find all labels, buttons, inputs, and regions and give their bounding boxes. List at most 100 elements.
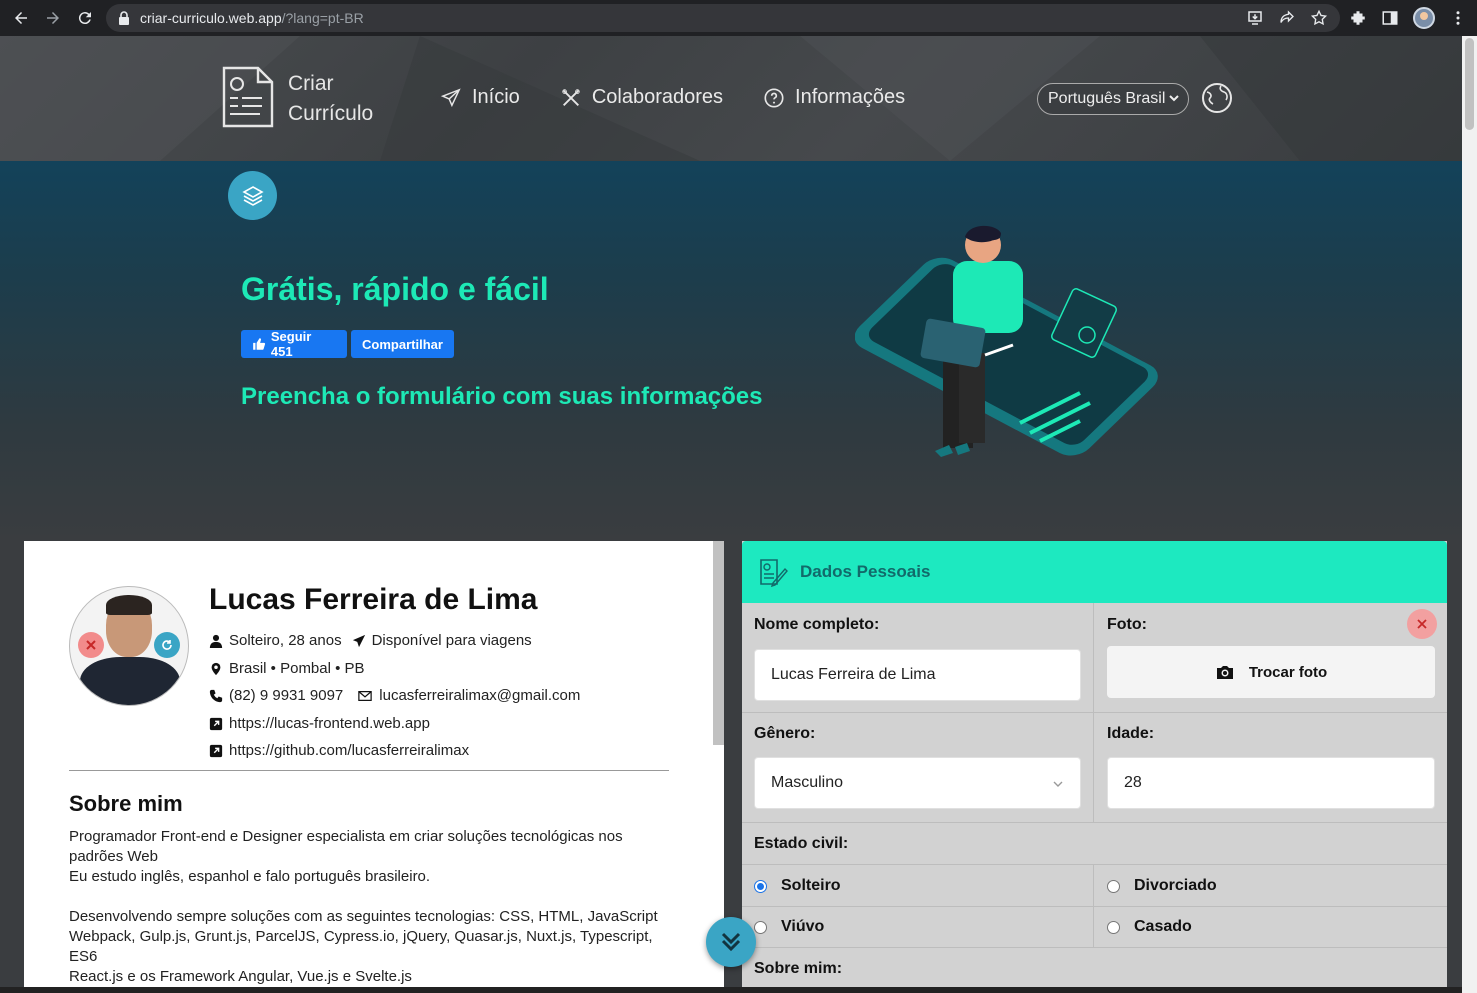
radio-divorciado[interactable]: Divorciado xyxy=(1107,877,1217,895)
close-icon xyxy=(1417,619,1427,629)
thumbs-up-icon xyxy=(253,338,266,350)
form-section-header[interactable]: Dados Pessoais xyxy=(742,541,1447,603)
resume-github[interactable]: https://github.com/lucasferreiralimax xyxy=(229,742,469,759)
remove-photo-button[interactable] xyxy=(78,632,104,658)
about-line: padrões Web xyxy=(69,848,158,865)
radio-casado[interactable]: Casado xyxy=(1107,918,1192,936)
resume-scrollbar[interactable] xyxy=(713,541,724,745)
bookmark-star-icon[interactable] xyxy=(1310,9,1328,27)
back-icon[interactable] xyxy=(10,7,32,29)
resume-location-line: Brasil • Pombal • PB xyxy=(209,660,365,677)
layers-badge[interactable] xyxy=(228,171,277,220)
scroll-down-button[interactable] xyxy=(706,917,756,967)
paper-plane-icon xyxy=(440,87,461,107)
resume-site[interactable]: https://lucas-frontend.web.app xyxy=(229,715,430,732)
brand-name[interactable]: Criar Currículo xyxy=(288,69,373,129)
radio-label: Viúvo xyxy=(781,918,825,935)
language-select[interactable]: Português Brasil xyxy=(1037,83,1189,115)
name-input[interactable]: Lucas Ferreira de Lima xyxy=(754,649,1081,701)
lock-icon xyxy=(119,11,129,25)
site-header: Criar Currículo Início Colaboradores Inf… xyxy=(0,36,1462,161)
radio-solteiro[interactable]: Solteiro xyxy=(754,877,841,895)
window-bottom-edge xyxy=(0,987,1462,993)
resume-name: Lucas Ferreira de Lima xyxy=(209,583,538,616)
url-host: criar-curriculo.web.app xyxy=(140,10,282,26)
camera-icon xyxy=(1216,666,1233,679)
facebook-follow-button[interactable]: Seguir 451 xyxy=(241,329,347,359)
profile-avatar[interactable] xyxy=(1413,7,1435,29)
about-line: Eu estudo inglês, espanhol e falo portug… xyxy=(69,868,431,885)
more-menu-icon[interactable] xyxy=(1449,9,1467,27)
url-query: /?lang=pt-BR xyxy=(281,10,364,26)
hero-section: Grátis, rápido e fácil Seguir 451 Compar… xyxy=(0,161,1462,541)
resume-about-paragraph-2: Desenvolvendo sempre soluções com as seg… xyxy=(69,907,669,987)
row-divider xyxy=(742,822,1447,823)
forward-icon[interactable] xyxy=(42,7,64,29)
resume-contact-line: (82) 9 9931 9097 lucasferreiralimax@gmai… xyxy=(209,687,580,704)
share-label: Compartilhar xyxy=(362,336,443,352)
radio-dot xyxy=(1107,920,1120,934)
civil-status-label: Estado civil: xyxy=(754,835,849,852)
gender-value: Masculino xyxy=(771,774,844,791)
share-icon[interactable] xyxy=(1278,9,1296,27)
clear-photo-button[interactable] xyxy=(1407,609,1437,639)
user-icon xyxy=(209,634,223,648)
tools-icon xyxy=(562,88,580,106)
resume-divider xyxy=(69,770,669,771)
resume-site-line: https://lucas-frontend.web.app xyxy=(209,715,430,732)
menu-label: Início xyxy=(472,86,520,108)
main-menu: Início Colaboradores Informações xyxy=(440,86,905,109)
question-circle-icon xyxy=(764,87,784,108)
about-line: Programador Front-end e Designer especia… xyxy=(69,828,623,845)
row-divider xyxy=(742,947,1447,948)
address-bar[interactable]: criar-curriculo.web.app /?lang=pt-BR xyxy=(106,4,1340,32)
resume-github-line: https://github.com/lucasferreiralimax xyxy=(209,742,469,759)
language-value: Português Brasil xyxy=(1048,90,1166,107)
resume-phone: (82) 9 9931 9097 xyxy=(229,687,344,704)
menu-item-informacoes[interactable]: Informações xyxy=(763,86,905,109)
gender-label: Gênero: xyxy=(754,725,816,742)
row-divider xyxy=(742,906,1447,907)
name-label: Nome completo: xyxy=(754,616,880,633)
menu-label: Informações xyxy=(795,86,906,108)
radio-viuvo[interactable]: Viúvo xyxy=(754,918,824,936)
chevron-double-down-icon xyxy=(721,932,741,952)
page-scrollbar-track[interactable] xyxy=(1462,36,1477,993)
hero-title: Grátis, rápido e fácil xyxy=(241,271,549,307)
resume-status-line: Solteiro, 28 anos Disponível para viagen… xyxy=(209,632,532,649)
hero-subtitle: Preencha o formulário com suas informaçõ… xyxy=(241,383,763,410)
resume-email: lucasferreiralimax@gmail.com xyxy=(379,687,581,704)
external-link-icon xyxy=(209,717,223,730)
radio-dot xyxy=(754,920,767,934)
person-on-phone-illustration xyxy=(855,225,1158,457)
rotate-photo-button[interactable] xyxy=(154,632,180,658)
brand-line-2: Currículo xyxy=(288,102,374,125)
resume-about-paragraph-1: Programador Front-end e Designer especia… xyxy=(69,827,669,887)
side-panel-icon[interactable] xyxy=(1381,9,1399,27)
menu-label: Colaboradores xyxy=(591,86,724,108)
resume-location: Brasil • Pombal • PB xyxy=(229,660,365,677)
reload-icon[interactable] xyxy=(74,7,96,29)
follow-label: Seguir 451 xyxy=(270,329,312,359)
install-icon[interactable] xyxy=(1246,9,1264,27)
gender-select[interactable]: Masculino xyxy=(754,757,1081,809)
radio-dot-checked xyxy=(754,879,767,893)
page-scrollbar-thumb[interactable] xyxy=(1465,38,1474,130)
radio-label: Divorciado xyxy=(1134,877,1217,894)
document-edit-icon xyxy=(760,559,788,587)
globe-icon[interactable] xyxy=(1201,82,1233,114)
menu-item-inicio[interactable]: Início xyxy=(440,86,520,109)
change-photo-button[interactable]: Trocar foto xyxy=(1107,646,1435,698)
resume-logo-icon[interactable] xyxy=(222,66,274,128)
resume-travel: Disponível para viagens xyxy=(371,632,532,649)
external-link-icon xyxy=(209,744,223,757)
facebook-share-button[interactable]: Compartilhar xyxy=(351,330,454,358)
extensions-icon[interactable] xyxy=(1349,9,1367,27)
about-label: Sobre mim: xyxy=(754,960,843,977)
menu-item-colaboradores[interactable]: Colaboradores xyxy=(560,86,723,109)
phone-icon xyxy=(209,689,223,702)
age-input[interactable]: 28 xyxy=(1107,757,1435,809)
about-line: React.js e os Framework Angular, Vue.js … xyxy=(69,968,412,985)
layers-icon xyxy=(241,185,264,206)
radio-dot xyxy=(1107,879,1120,893)
